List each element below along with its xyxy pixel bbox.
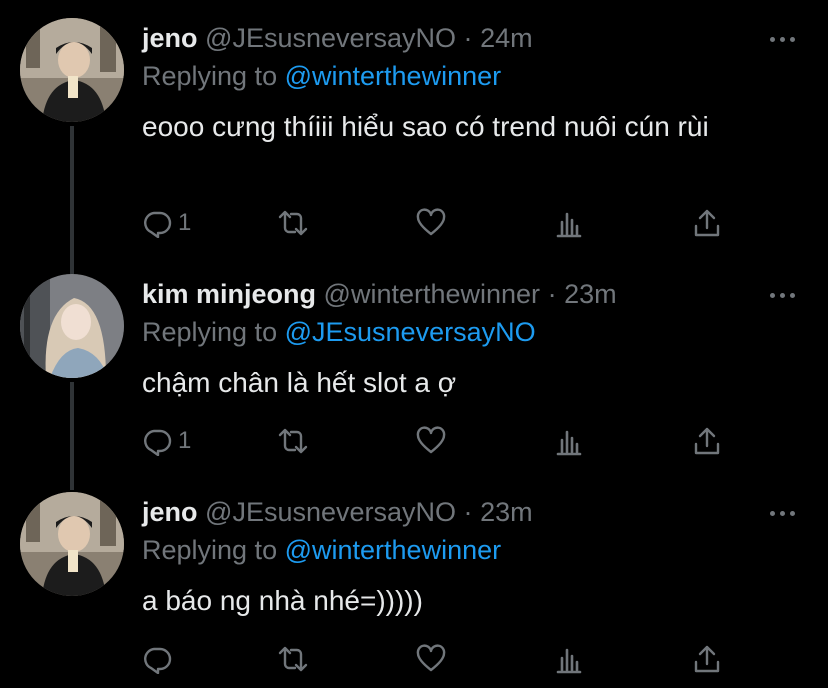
timestamp[interactable]: 23m <box>480 497 533 527</box>
reply-icon <box>144 429 172 456</box>
tweet[interactable]: jeno @JEsusneversayNO · 24m Replying to … <box>0 0 828 270</box>
tweet-text: eooo cưng thíiii hiểu sao có trend nuôi … <box>142 111 709 142</box>
analytics-icon <box>556 648 582 674</box>
avatar[interactable] <box>20 492 124 596</box>
avatar-photo <box>20 274 124 378</box>
share-icon <box>694 427 720 455</box>
retweet-button[interactable] <box>278 206 308 240</box>
replying-to: Replying to @winterthewinner <box>142 60 501 92</box>
replying-prefix: Replying to <box>142 61 278 91</box>
tweet-header: jeno @JEsusneversayNO · 24m <box>142 22 533 54</box>
avatar-photo <box>20 18 124 122</box>
separator: · <box>463 497 473 527</box>
mention-link[interactable]: @winterthewinner <box>285 61 502 91</box>
reply-count: 1 <box>178 209 192 236</box>
retweet-icon <box>278 646 308 672</box>
timestamp[interactable]: 24m <box>480 23 533 53</box>
avatar-photo <box>20 492 124 596</box>
replying-to: Replying to @winterthewinner <box>142 534 501 566</box>
user-handle[interactable]: @JEsusneversayNO <box>205 23 456 53</box>
share-button[interactable] <box>692 642 722 676</box>
tweet[interactable]: kim minjeong @winterthewinner · 23m Repl… <box>0 270 828 490</box>
user-handle[interactable]: @winterthewinner <box>324 279 541 309</box>
separator: · <box>547 279 557 309</box>
replying-prefix: Replying to <box>142 535 278 565</box>
action-bar <box>142 642 742 676</box>
display-name[interactable]: kim minjeong <box>142 279 316 309</box>
reply-button[interactable]: 1 <box>142 206 191 240</box>
reply-button[interactable] <box>142 642 172 676</box>
retweet-icon <box>278 210 308 236</box>
tweet-text: chậm chân là hết slot a ợ <box>142 367 457 398</box>
display-name[interactable]: jeno <box>142 23 198 53</box>
share-icon <box>694 209 720 237</box>
avatar[interactable] <box>20 274 124 378</box>
analytics-icon <box>556 212 582 238</box>
reply-icon <box>144 647 172 674</box>
more-icon[interactable] <box>770 34 798 44</box>
analytics-button[interactable] <box>554 642 584 676</box>
analytics-button[interactable] <box>554 206 584 240</box>
analytics-icon <box>556 430 582 456</box>
heart-icon <box>416 208 446 236</box>
tweet-header: jeno @JEsusneversayNO · 23m <box>142 496 533 528</box>
tweet[interactable]: jeno @JEsusneversayNO · 23m Replying to … <box>0 490 828 688</box>
share-button[interactable] <box>692 424 722 458</box>
like-button[interactable] <box>416 642 446 676</box>
display-name[interactable]: jeno <box>142 497 198 527</box>
heart-icon <box>416 644 446 672</box>
timestamp[interactable]: 23m <box>564 279 617 309</box>
mention-link[interactable]: @winterthewinner <box>285 535 502 565</box>
reply-icon <box>144 211 172 238</box>
replying-to: Replying to @JEsusneversayNO <box>142 316 536 348</box>
reply-count: 1 <box>178 427 192 454</box>
more-icon[interactable] <box>770 290 798 300</box>
user-handle[interactable]: @JEsusneversayNO <box>205 497 456 527</box>
separator: · <box>463 23 473 53</box>
retweet-button[interactable] <box>278 642 308 676</box>
retweet-icon <box>278 428 308 454</box>
retweet-button[interactable] <box>278 424 308 458</box>
like-button[interactable] <box>416 206 446 240</box>
tweet-header: kim minjeong @winterthewinner · 23m <box>142 278 617 310</box>
like-button[interactable] <box>416 424 446 458</box>
tweet-text: a báo ng nhà nhé=))))) <box>142 585 423 616</box>
share-icon <box>694 645 720 673</box>
analytics-button[interactable] <box>554 424 584 458</box>
reply-button[interactable]: 1 <box>142 424 191 458</box>
action-bar: 1 <box>142 424 742 458</box>
action-bar: 1 <box>142 206 742 240</box>
more-icon[interactable] <box>770 508 798 518</box>
avatar[interactable] <box>20 18 124 122</box>
heart-icon <box>416 426 446 454</box>
mention-link[interactable]: @JEsusneversayNO <box>285 317 536 347</box>
replying-prefix: Replying to <box>142 317 278 347</box>
share-button[interactable] <box>692 206 722 240</box>
